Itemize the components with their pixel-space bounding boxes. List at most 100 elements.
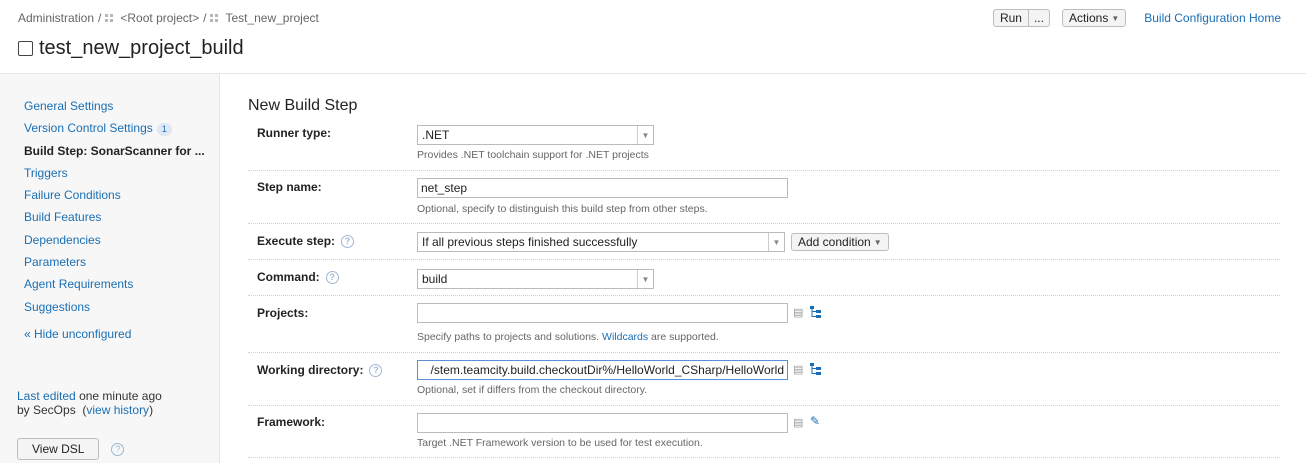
view-dsl-button[interactable]: View DSL (17, 438, 100, 460)
sidebar-item-label: Dependencies (24, 232, 101, 247)
step-name-row: Step name: net_step Optional, specify to… (248, 171, 1280, 224)
chevron-down-icon: ▼ (768, 233, 784, 251)
count-badge: 1 (156, 123, 172, 137)
step-name-input[interactable]: net_step (417, 178, 788, 198)
breadcrumb-test-new-project[interactable]: Test_new_project (225, 11, 318, 25)
sidebar-item-label: Build Features (24, 210, 102, 225)
actions-dropdown[interactable]: Actions ▼ (1061, 9, 1127, 27)
command-row: Command: ? build ▼ (248, 260, 1280, 296)
runner-type-row: Runner type: .NET ▼ Provides .NET toolch… (248, 118, 1280, 171)
working-directory-value: /stem.teamcity.build.checkoutDir%/HelloW… (430, 363, 784, 377)
build-configuration-home-link[interactable]: Build Configuration Home (1144, 11, 1281, 25)
step-name-label: Step name: (257, 180, 322, 194)
expand-editor-icon[interactable]: ▤ (793, 363, 803, 376)
sidebar-item-agent-requirements[interactable]: Agent Requirements (24, 276, 205, 298)
breadcrumb-administration[interactable]: Administration (18, 11, 94, 25)
sidebar-item-label: Parameters (24, 255, 87, 270)
sidebar-item-version-control-settings[interactable]: Version Control Settings 1 (24, 120, 205, 142)
working-directory-row: Working directory: ? /stem.teamcity.buil… (248, 353, 1280, 406)
execute-step-row: Execute step: ? If all previous steps fi… (248, 224, 1280, 260)
sidebar-item-label: Triggers (24, 165, 68, 180)
projects-row: Projects: ▤ Specify paths to projects an… (248, 296, 1280, 353)
sidebar-item-failure-conditions[interactable]: Failure Conditions (24, 187, 205, 209)
help-icon[interactable]: ? (325, 270, 339, 284)
sidebar-item-build-features[interactable]: Build Features (24, 209, 205, 231)
framework-hint: Target .NET Framework version to be used… (417, 437, 703, 449)
framework-input[interactable] (417, 413, 788, 433)
runner-type-value: .NET (422, 128, 450, 142)
hide-unconfigured-link[interactable]: « Hide unconfigured (24, 327, 131, 341)
working-directory-label-wrap: Working directory: ? (257, 363, 383, 377)
last-edited-by: by SecOps (17, 403, 76, 417)
view-history-link[interactable]: view history (86, 403, 149, 417)
projects-hint: Specify paths to projects and solutions.… (417, 331, 719, 343)
chevron-down-icon: ▼ (637, 126, 653, 144)
sidebar: General Settings Version Control Setting… (0, 74, 220, 463)
sidebar-item-general-settings[interactable]: General Settings (24, 98, 205, 120)
breadcrumb-root-project[interactable]: <Root project> (120, 11, 199, 25)
section-title: New Build Step (248, 97, 358, 114)
working-directory-input[interactable]: /stem.teamcity.build.checkoutDir%/HelloW… (417, 360, 788, 380)
execute-step-value: If all previous steps finished successfu… (422, 235, 638, 249)
project-grid-icon (105, 13, 115, 23)
sidebar-item-suggestions[interactable]: Suggestions (24, 299, 205, 321)
sidebar-item-dependencies[interactable]: Dependencies (24, 232, 205, 254)
chevron-down-icon: ▼ (1111, 13, 1120, 23)
sidebar-nav: General Settings Version Control Setting… (24, 98, 205, 321)
breadcrumb-separator: / (98, 11, 102, 25)
step-name-hint: Optional, specify to distinguish this bu… (417, 203, 708, 215)
working-directory-hint: Optional, set if differs from the checko… (417, 384, 648, 396)
sidebar-item-triggers[interactable]: Triggers (24, 165, 205, 187)
command-label-wrap: Command: ? (257, 270, 339, 284)
projects-hint-suffix: are supported. (651, 331, 719, 343)
project-grid-icon (210, 13, 220, 23)
help-icon[interactable]: ? (369, 363, 383, 377)
help-icon[interactable]: ? (111, 442, 125, 456)
sidebar-item-label: Build Step: SonarScanner for ... (24, 143, 205, 158)
projects-hint-prefix: Specify paths to projects and solutions. (417, 331, 600, 343)
top-actions: Run ... Actions ▼ Build Configuration Ho… (992, 9, 1281, 27)
run-button[interactable]: Run (992, 9, 1028, 27)
last-edited-info: Last edited one minute ago by SecOps (vi… (17, 389, 162, 417)
execute-step-select[interactable]: If all previous steps finished successfu… (417, 232, 785, 252)
chevron-down-icon: ▼ (873, 237, 882, 247)
breadcrumb-separator: / (203, 11, 207, 25)
step-name-value: net_step (421, 181, 468, 195)
execute-step-label: Execute step: (257, 234, 336, 248)
wildcards-link[interactable]: Wildcards (602, 331, 648, 343)
last-edited-link[interactable]: Last edited (17, 389, 76, 403)
sidebar-item-label: Version Control Settings (24, 121, 153, 136)
execute-step-label-wrap: Execute step: ? (257, 234, 355, 248)
sidebar-item-parameters[interactable]: Parameters (24, 254, 205, 276)
expand-editor-icon[interactable]: ▤ (793, 416, 803, 429)
sidebar-item-label: Agent Requirements (24, 277, 134, 292)
command-label: Command: (257, 270, 320, 284)
working-directory-label: Working directory: (257, 363, 364, 377)
expand-editor-icon[interactable]: ▤ (793, 306, 803, 319)
page-title-text: test_new_project_build (39, 37, 244, 59)
runner-type-select[interactable]: .NET ▼ (417, 125, 654, 145)
command-value: build (422, 272, 448, 286)
breadcrumb: Administration / <Root project> / Test_n… (18, 11, 319, 25)
command-select[interactable]: build ▼ (417, 269, 654, 289)
file-tree-picker-icon[interactable] (810, 363, 822, 375)
help-icon[interactable]: ? (341, 234, 355, 248)
runner-type-label: Runner type: (257, 126, 332, 140)
add-condition-label: Add condition (798, 235, 871, 249)
framework-row: Framework: ▤ ✎ Target .NET Framework ver… (248, 406, 1280, 458)
sidebar-item-label: Failure Conditions (24, 188, 121, 203)
framework-label: Framework: (257, 415, 326, 429)
build-configuration-icon (18, 41, 33, 56)
sidebar-item-build-step[interactable]: Build Step: SonarScanner for ... (24, 143, 205, 165)
run-custom-button[interactable]: ... (1027, 9, 1050, 27)
file-tree-picker-icon[interactable] (810, 306, 822, 318)
sidebar-item-label: General Settings (24, 99, 114, 113)
add-condition-button[interactable]: Add condition ▼ (791, 233, 889, 251)
magic-wand-icon[interactable]: ✎ (810, 414, 820, 428)
projects-textarea[interactable] (417, 303, 788, 323)
run-button-group: Run ... (992, 9, 1050, 27)
projects-label: Projects: (257, 306, 309, 320)
actions-label: Actions (1068, 11, 1109, 25)
dsl-row: View DSL ? (17, 438, 125, 460)
last-edited-time: one minute ago (79, 389, 162, 403)
